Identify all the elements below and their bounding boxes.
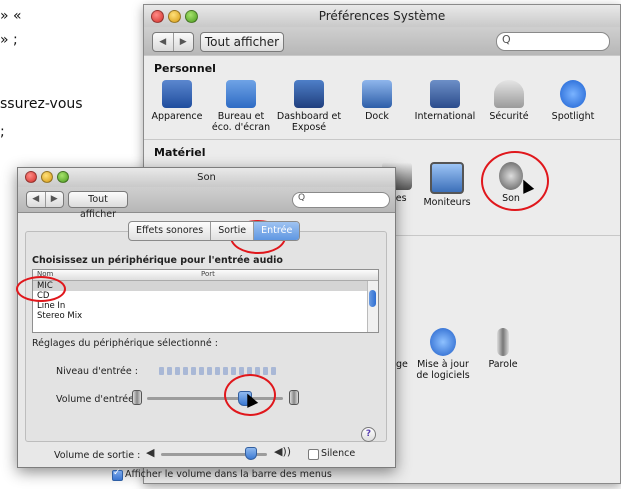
pref-label: Moniteurs <box>423 197 471 208</box>
mic-low-icon <box>132 390 142 405</box>
zoom-button[interactable] <box>57 171 69 183</box>
software-update-icon <box>430 328 456 356</box>
window-title: Son <box>197 172 216 183</box>
doc-line-1: » « <box>0 8 22 24</box>
speaker-high-icon: ◀)) <box>274 445 292 458</box>
pref-label: Bureau et éco. d'écran <box>211 111 271 133</box>
minimize-button[interactable] <box>41 171 53 183</box>
speech-icon <box>497 328 509 356</box>
show-volume-in-menubar-checkbox[interactable] <box>112 468 123 481</box>
pref-label: Sécurité <box>489 111 529 122</box>
table-row[interactable]: CD <box>33 291 378 301</box>
input-level-label: Niveau d'entrée : <box>56 366 138 377</box>
doc-line-4: ; <box>0 124 5 140</box>
highlight-ring-mic-row <box>16 276 66 302</box>
personal-section: Personnel Apparence Bureau et éco. d'écr… <box>144 55 620 140</box>
security-icon <box>494 80 524 108</box>
speaker-low-icon: ◀ <box>146 446 155 459</box>
pref-label: Parole <box>488 359 518 370</box>
pref-international[interactable]: International <box>410 80 480 122</box>
window-title: Préférences Système <box>318 9 446 23</box>
sound-window: Son ◀ ▶ Tout afficher Q Effets sonores S… <box>17 167 396 468</box>
tab-output[interactable]: Sortie <box>210 222 253 240</box>
desktop-icon <box>226 80 256 108</box>
pref-label: Dock <box>365 111 389 122</box>
selected-device-settings-label: Réglages du périphérique sélectionné : <box>32 338 218 349</box>
nav-arrows: ◀ ▶ <box>152 32 194 52</box>
window-controls <box>151 10 198 23</box>
pref-spotlight[interactable]: Spotlight <box>538 80 608 122</box>
titlebar: Son <box>18 168 395 187</box>
pref-dashboard[interactable]: Dashboard et Exposé <box>274 80 344 133</box>
tab-bar: Effets sonores Sortie Entrée <box>128 221 301 241</box>
search-icon: Q <box>298 193 306 203</box>
choose-device-label: Choisissez un périphérique pour l'entrée… <box>32 255 283 266</box>
highlight-ring-sound <box>481 151 549 211</box>
show-all-button[interactable]: Tout afficher <box>68 191 128 220</box>
show-all-button[interactable]: Tout afficher <box>200 32 284 52</box>
scrollbar-thumb[interactable] <box>369 290 376 307</box>
pref-security[interactable]: Sécurité <box>474 80 544 122</box>
appearance-icon <box>162 80 192 108</box>
search-icon: Q <box>502 33 511 46</box>
pref-label: Apparence <box>151 111 203 122</box>
doc-line-3: ssurez-vous <box>0 96 83 112</box>
section-title-personal: Personnel <box>154 62 216 75</box>
table-row[interactable]: MIC <box>33 281 378 291</box>
search-field[interactable]: Q <box>496 32 610 51</box>
dashboard-icon <box>294 80 324 108</box>
input-level-meter <box>159 367 276 375</box>
window-controls <box>25 171 69 183</box>
device-table: Nom Port MIC CD Line In Stereo Mix <box>32 269 379 333</box>
back-arrow-icon[interactable]: ◀ <box>27 192 45 207</box>
pref-speech[interactable]: Parole <box>468 328 538 370</box>
back-arrow-icon[interactable]: ◀ <box>153 33 173 51</box>
dock-icon <box>362 80 392 108</box>
forward-arrow-icon[interactable]: ▶ <box>44 192 64 207</box>
input-panel: Choisissez un périphérique pour l'entrée… <box>25 231 387 442</box>
output-volume-knob[interactable] <box>245 447 258 460</box>
pref-label: Spotlight <box>551 111 595 122</box>
table-row[interactable]: Line In <box>33 301 378 311</box>
table-row[interactable]: Stereo Mix <box>33 311 378 321</box>
help-button[interactable]: ? <box>361 427 376 442</box>
input-volume-label: Volume d'entrée : <box>56 394 141 405</box>
international-icon <box>430 80 460 108</box>
scrollbar[interactable] <box>367 281 378 332</box>
output-volume-label: Volume de sortie : <box>54 450 141 461</box>
mic-high-icon <box>289 390 299 405</box>
minimize-button[interactable] <box>168 10 181 23</box>
toolbar: ◀ ▶ Tout afficher Q <box>144 27 620 56</box>
mute-label: Silence <box>321 448 356 459</box>
pref-dock[interactable]: Dock <box>342 80 412 122</box>
toolbar: ◀ ▶ Tout afficher Q <box>18 187 395 220</box>
spotlight-icon <box>560 80 586 108</box>
pref-appearance[interactable]: Apparence <box>144 80 212 122</box>
displays-icon <box>430 162 464 194</box>
zoom-button[interactable] <box>185 10 198 23</box>
tab-sound-effects[interactable]: Effets sonores <box>129 222 210 240</box>
doc-line-2: » ; <box>0 32 18 48</box>
titlebar: Préférences Système <box>144 5 620 27</box>
section-title-hardware: Matériel <box>154 146 206 159</box>
table-header: Nom Port <box>33 270 378 281</box>
pref-desktop[interactable]: Bureau et éco. d'écran <box>206 80 276 133</box>
close-button[interactable] <box>25 171 37 183</box>
forward-arrow-icon[interactable]: ▶ <box>172 33 194 51</box>
show-volume-in-menubar-label: Afficher le volume dans la barre des men… <box>125 469 332 480</box>
column-port-header: Port <box>201 270 215 278</box>
mute-checkbox[interactable] <box>308 449 319 460</box>
pref-label: International <box>414 111 476 122</box>
nav-arrows: ◀ ▶ <box>26 191 64 208</box>
search-field[interactable]: Q <box>292 192 390 208</box>
pref-label: Dashboard et Exposé <box>276 111 342 133</box>
tab-input[interactable]: Entrée <box>253 222 300 240</box>
close-button[interactable] <box>151 10 164 23</box>
pref-displays[interactable]: Moniteurs <box>412 162 482 208</box>
